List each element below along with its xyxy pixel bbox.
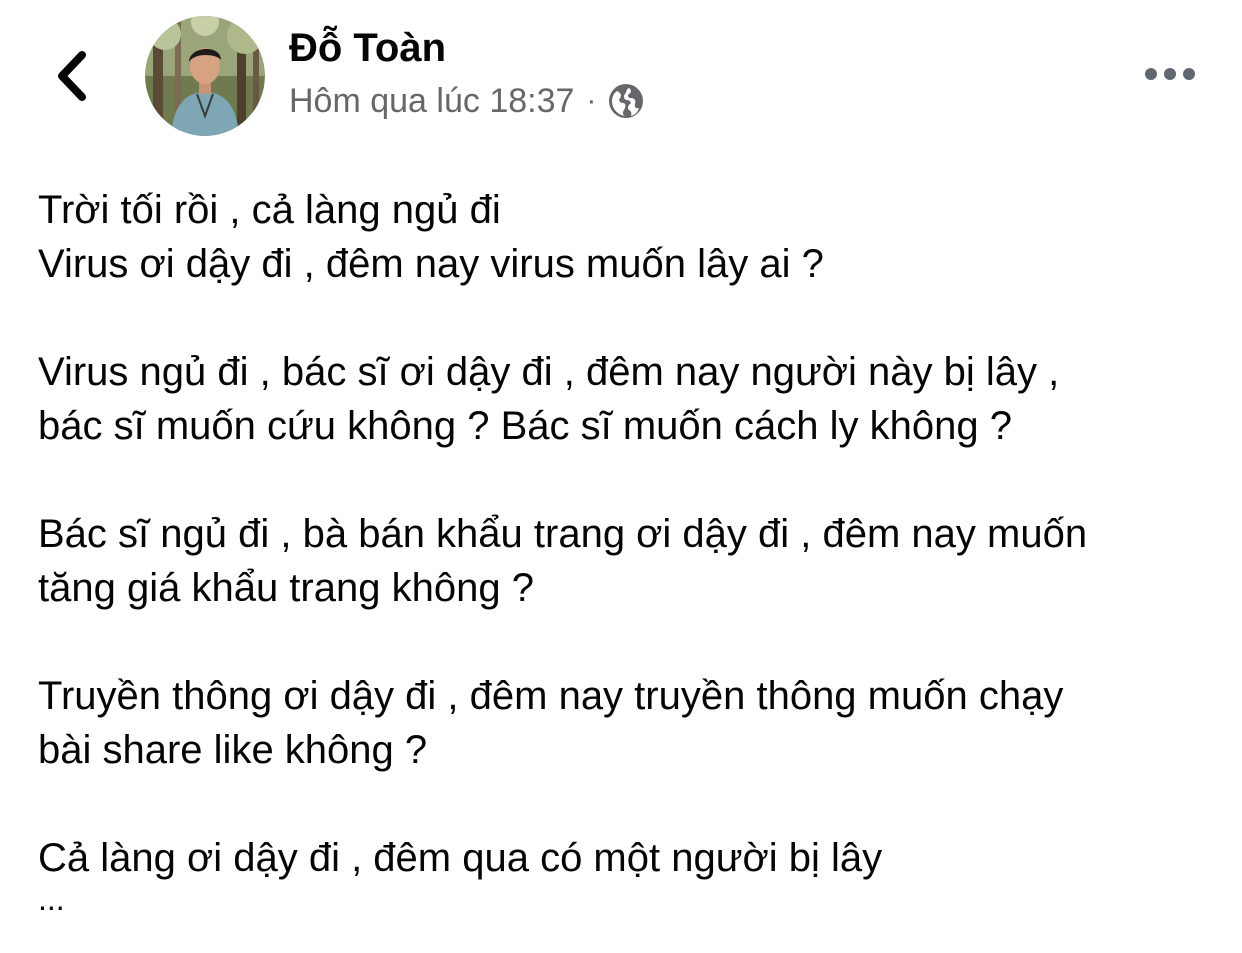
post-paragraph: Virus ngủ đi , bác sĩ ơi dậy đi , đêm na… [38,345,1218,453]
post-line: bác sĩ muốn cứu không ? Bác sĩ muốn cách… [38,404,1012,448]
post-paragraph: Trời tối rồi , cả làng ngủ đi Virus ơi d… [38,183,1218,291]
post-ellipsis: ... [38,881,65,917]
post-meta: Hôm qua lúc 18:37 · [289,80,644,122]
avatar-image [145,16,265,136]
post-line: Trời tối rồi , cả làng ngủ đi [38,188,501,232]
chevron-left-icon [58,51,86,101]
back-button[interactable] [44,44,100,108]
post-line: Virus ơi dậy đi , đêm nay virus muốn lây… [38,242,824,286]
post-line: bài share like không ? [38,728,428,772]
post-header: Đỗ Toàn Hôm qua lúc 18:37 · [0,0,1242,150]
more-horizontal-icon [1183,68,1195,80]
post-timestamp[interactable]: Hôm qua lúc 18:37 [289,82,574,121]
post-paragraph: Cả làng ơi dậy đi , đêm qua có một người… [38,831,1218,919]
more-options-button[interactable] [1138,56,1202,92]
more-horizontal-icon [1145,68,1157,80]
post-paragraph: Bác sĩ ngủ đi , bà bán khẩu trang ơi dậy… [38,507,1218,615]
post-paragraph: Truyền thông ơi dậy đi , đêm nay truyền … [38,669,1218,777]
globe-icon[interactable] [608,83,644,119]
post-line: Virus ngủ đi , bác sĩ ơi dậy đi , đêm na… [38,350,1060,394]
author-avatar[interactable] [145,16,265,136]
post-line: tăng giá khẩu trang không ? [38,566,534,610]
post-line: Bác sĩ ngủ đi , bà bán khẩu trang ơi dậy… [38,512,1088,556]
post-text: Trời tối rồi , cả làng ngủ đi Virus ơi d… [38,183,1218,919]
author-name[interactable]: Đỗ Toàn [289,22,446,74]
meta-separator: · [586,84,597,117]
more-horizontal-icon [1164,68,1176,80]
post-line: Cả làng ơi dậy đi , đêm qua có một người… [38,836,883,880]
post-line: Truyền thông ơi dậy đi , đêm nay truyền … [38,674,1064,718]
